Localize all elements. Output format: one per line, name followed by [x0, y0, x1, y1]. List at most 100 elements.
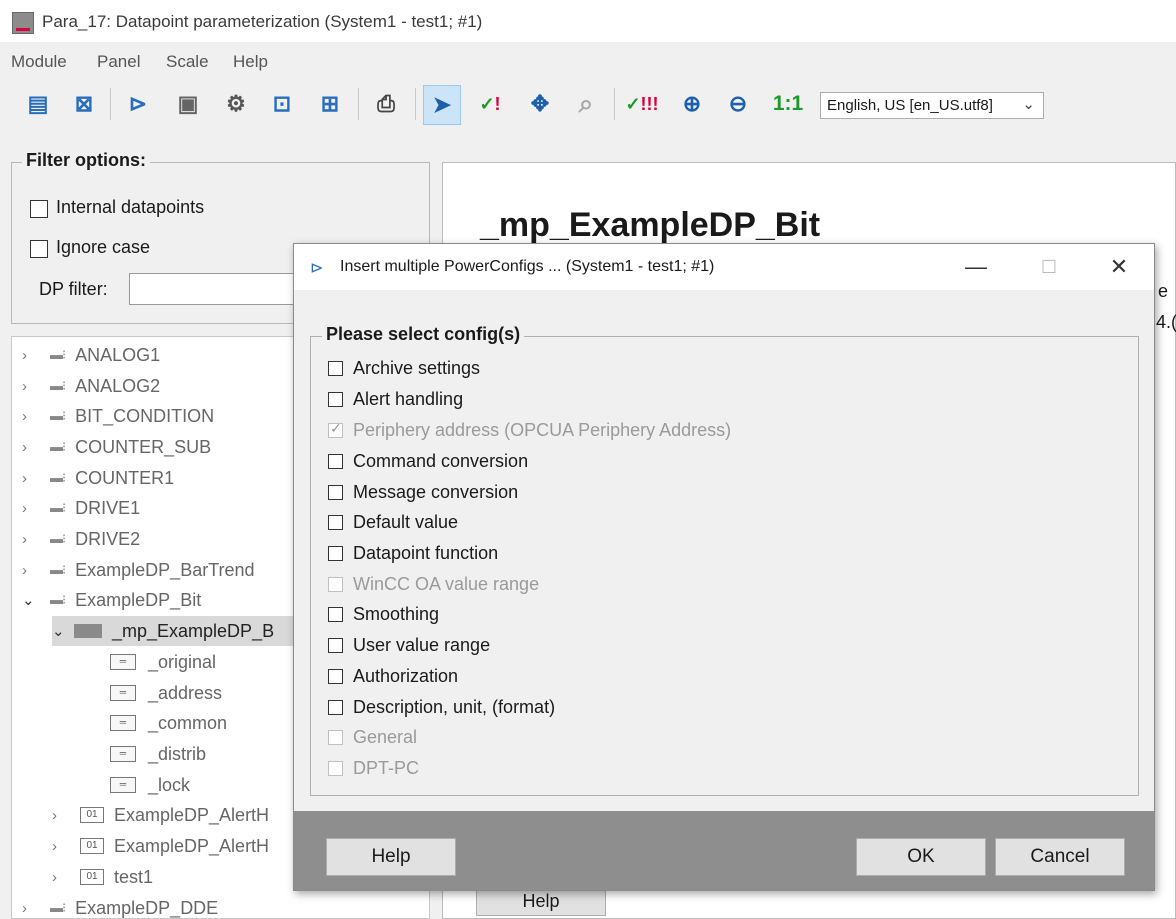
tree-item[interactable]: › ▬⁝ DRIVE1 [22, 493, 140, 523]
tree-item[interactable]: › 01 ExampleDP_AlertH [52, 831, 269, 861]
checkbox-box[interactable] [30, 239, 48, 258]
pointer-icon[interactable]: ➤ [423, 85, 461, 125]
tree-item[interactable]: ═ _lock [110, 770, 190, 800]
search-icon[interactable]: ⌕ [568, 85, 604, 123]
chevron-right-icon[interactable]: › [52, 807, 66, 824]
tree-item[interactable]: › ▬⁝ DRIVE2 [22, 524, 140, 554]
tree-item[interactable]: › ▬⁝ ExampleDP_DDE [22, 893, 218, 918]
checkbox-box[interactable] [328, 453, 343, 469]
config-default-value[interactable]: Default value [328, 510, 458, 534]
dp-tree-icon[interactable]: ⊞ [312, 85, 348, 123]
config-datapoint-function[interactable]: Datapoint function [328, 541, 498, 565]
checkbox-box[interactable] [328, 514, 343, 530]
print-icon[interactable]: ⎙ [368, 85, 404, 123]
help-button[interactable]: Help [326, 838, 456, 876]
config-archive-settings[interactable]: Archive settings [328, 356, 480, 380]
cancel-button[interactable]: Cancel [995, 838, 1125, 876]
config-command-conversion[interactable]: Command conversion [328, 449, 528, 473]
dp-type-icon[interactable]: ⊡ [264, 85, 300, 123]
tree-item[interactable]: › ▬⁝ ANALOG2 [22, 371, 160, 401]
chevron-right-icon[interactable]: › [22, 470, 36, 487]
minimize-icon[interactable]: — [956, 252, 996, 282]
chevron-right-icon[interactable]: › [22, 347, 36, 364]
chevron-down-icon[interactable]: ⌄ [52, 622, 66, 640]
tree-item[interactable]: › ▬⁝ ExampleDP_BarTrend [22, 555, 255, 585]
checkbox-box[interactable] [328, 606, 343, 622]
checkbox-box[interactable] [328, 545, 343, 561]
internal-datapoints-label: Internal datapoints [56, 197, 205, 217]
number-icon: 01 [80, 838, 104, 854]
chevron-down-icon: ⌄ [1022, 96, 1035, 113]
zoom-out-icon[interactable]: ⊖ [720, 85, 756, 123]
internal-datapoints-checkbox[interactable]: Internal datapoints [30, 197, 204, 218]
maximize-icon[interactable]: ☐ [1029, 252, 1069, 282]
datapoint-icon: ▬⁝ [50, 408, 66, 423]
config-alert-handling[interactable]: Alert handling [328, 387, 463, 411]
menu-panel[interactable]: Panel [97, 52, 140, 72]
tree-item[interactable]: ═ _original [110, 647, 216, 677]
alert-check-icon[interactable]: ✓!!! [624, 85, 660, 123]
open-module-icon[interactable]: ▤ [20, 85, 56, 123]
checkbox-box[interactable] [30, 199, 48, 218]
chevron-right-icon[interactable]: › [22, 408, 36, 425]
config-wincc-value-range: WinCC OA value range [328, 572, 539, 596]
datapoint-icon: ▬⁝ [50, 500, 66, 515]
zoom-reset-button[interactable]: 1:1 [766, 85, 810, 123]
datapoint-icon: ▬⁝ [50, 470, 66, 485]
chevron-down-icon[interactable]: ⌄ [22, 591, 36, 609]
config-message-conversion[interactable]: Message conversion [328, 480, 518, 504]
checkbox-box[interactable] [328, 484, 343, 500]
tree-item[interactable]: › ▬⁝ COUNTER_SUB [22, 432, 211, 462]
chevron-right-icon[interactable]: › [52, 869, 66, 886]
checkbox-box[interactable] [328, 668, 343, 684]
tree-item[interactable]: › ▬⁝ COUNTER1 [22, 463, 174, 493]
config-authorization[interactable]: Authorization [328, 664, 458, 688]
close-module-icon[interactable]: ⊠ [66, 85, 102, 123]
checkbox-box [328, 729, 343, 745]
menu-help[interactable]: Help [233, 52, 268, 72]
check-icon: ✓ [330, 419, 342, 436]
chevron-right-icon[interactable]: › [22, 439, 36, 456]
tree-item[interactable]: › 01 ExampleDP_AlertH [52, 800, 269, 830]
datapoint-icon[interactable]: ▣ [170, 85, 206, 123]
ignore-case-label: Ignore case [56, 237, 151, 257]
toolbar-separator [110, 88, 111, 120]
toolbar-separator [358, 88, 359, 120]
ok-button[interactable]: OK [856, 838, 986, 876]
check-alert-icon[interactable]: ✓! [472, 85, 508, 123]
tree-item[interactable]: › ▬⁝ BIT_CONDITION [22, 401, 214, 431]
chevron-right-icon[interactable]: › [52, 838, 66, 855]
multi-config-icon[interactable]: ⊳ [120, 85, 156, 123]
checkbox-box[interactable] [328, 637, 343, 653]
dialog-titlebar: ⊳ Insert multiple PowerConfigs ... (Syst… [294, 244, 1154, 290]
chevron-right-icon[interactable]: › [22, 500, 36, 517]
tree-item[interactable]: › 01 test1 [52, 862, 153, 892]
checkbox-box-checked: ✓ [328, 419, 343, 438]
config-user-value-range[interactable]: User value range [328, 633, 490, 657]
chevron-right-icon[interactable]: › [22, 531, 36, 548]
gear-icon[interactable]: ⚙ [218, 85, 254, 123]
chevron-right-icon[interactable]: › [22, 900, 36, 917]
chevron-right-icon[interactable]: › [22, 562, 36, 579]
tree-item[interactable]: ═ _distrib [110, 739, 206, 769]
zoom-in-icon[interactable]: ⊕ [674, 85, 710, 123]
tree-item[interactable]: ═ _common [110, 708, 227, 738]
ignore-case-checkbox[interactable]: Ignore case [30, 237, 150, 258]
tree-item[interactable]: › ▬⁝ ANALOG1 [22, 340, 160, 370]
close-icon[interactable]: ✕ [1099, 252, 1139, 282]
language-select[interactable]: English, US [en_US.utf8] ⌄ [820, 92, 1044, 119]
tree-item[interactable]: ⌄ ▬⁝ ExampleDP_Bit [22, 585, 201, 615]
checkbox-box[interactable] [328, 391, 343, 407]
checkbox-box[interactable] [328, 699, 343, 715]
menu-scale[interactable]: Scale [166, 52, 209, 72]
menu-module[interactable]: Module [11, 52, 67, 72]
config-description-unit-format[interactable]: Description, unit, (format) [328, 695, 555, 719]
move-icon[interactable]: ✥ [522, 85, 558, 123]
config-smoothing[interactable]: Smoothing [328, 602, 439, 626]
chevron-right-icon[interactable]: › [22, 378, 36, 395]
dp-filter-input[interactable] [129, 273, 309, 305]
checkbox-box[interactable] [328, 360, 343, 376]
tree-item[interactable]: ═ _address [110, 678, 222, 708]
config-icon: ═ [110, 746, 136, 762]
toolbar-separator [415, 88, 416, 120]
